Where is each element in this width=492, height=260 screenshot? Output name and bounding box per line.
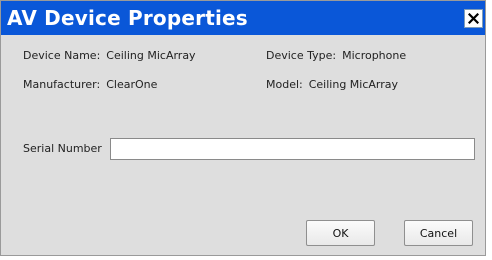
device-name-value: Ceiling MicArray <box>106 49 196 62</box>
title-bar[interactable]: AV Device Properties <box>1 1 485 35</box>
cancel-button[interactable]: Cancel <box>404 220 473 246</box>
close-button[interactable] <box>464 9 483 28</box>
device-type-row: Device Type: Microphone <box>266 49 406 62</box>
model-value: Ceiling MicArray <box>308 78 399 91</box>
ok-button[interactable]: OK <box>306 220 375 246</box>
manufacturer-row: Manufacturer: ClearOne <box>23 78 157 91</box>
serial-number-label: Serial Number <box>23 142 102 155</box>
manufacturer-label: Manufacturer: <box>23 78 101 91</box>
device-name-row: Device Name: Ceiling MicArray <box>23 49 196 62</box>
device-type-label: Device Type: <box>266 49 337 62</box>
close-icon <box>468 13 479 24</box>
dialog-title: AV Device Properties <box>7 6 248 30</box>
serial-number-input[interactable] <box>110 138 475 160</box>
model-label: Model: <box>266 78 303 91</box>
av-device-properties-dialog: AV Device Properties Device Name: Ceiling… <box>0 0 486 256</box>
manufacturer-value: ClearOne <box>106 78 158 91</box>
device-type-value: Microphone <box>342 49 407 62</box>
model-row: Model: Ceiling MicArray <box>266 78 398 91</box>
device-name-label: Device Name: <box>23 49 101 62</box>
